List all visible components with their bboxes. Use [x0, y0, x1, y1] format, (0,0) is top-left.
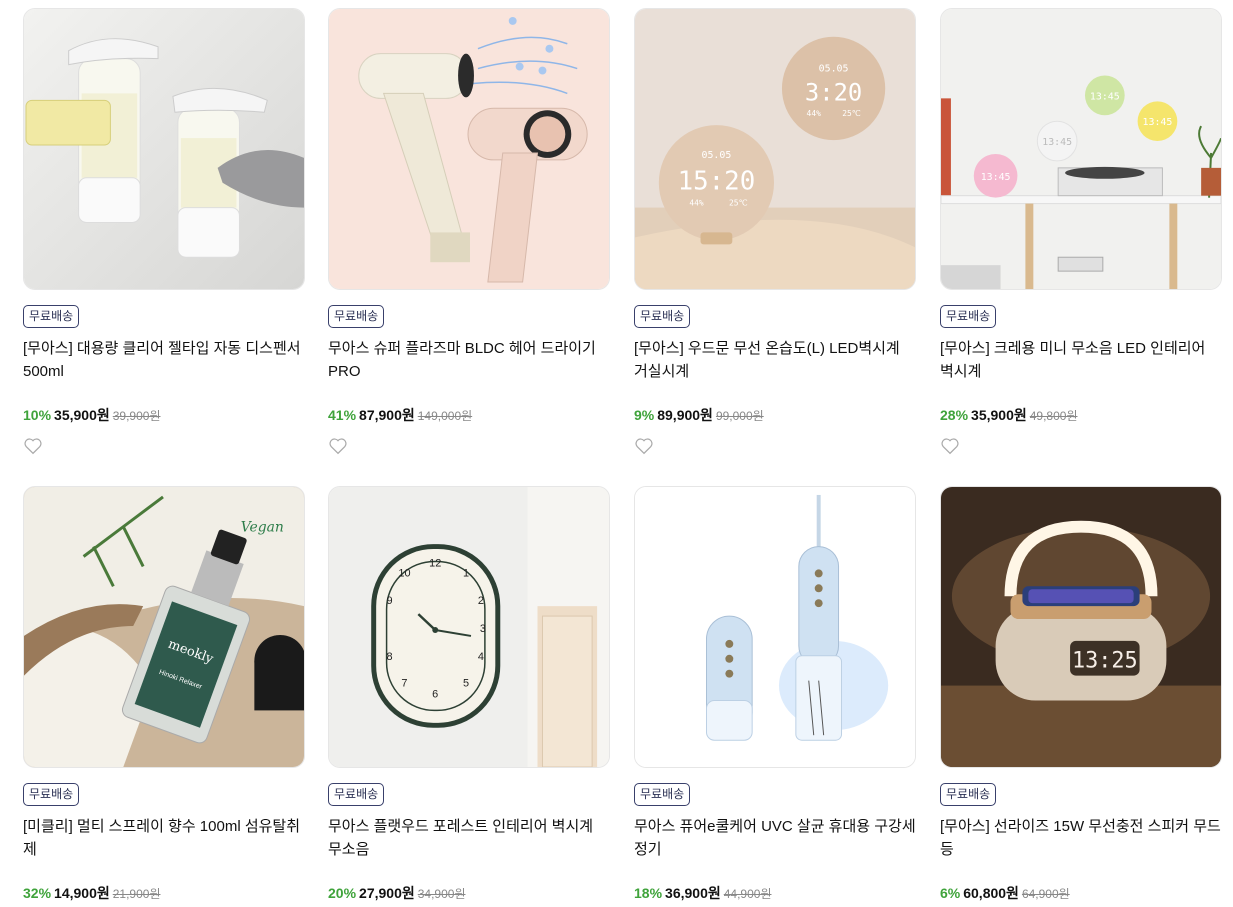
product-image-dispenser[interactable] — [23, 8, 305, 290]
free-shipping-badge: 무료배송 — [634, 305, 691, 328]
svg-text:2: 2 — [478, 595, 484, 607]
product-image-wall-clock[interactable]: 12 1 2 3 4 5 6 7 8 9 10 — [328, 486, 610, 768]
price-row: 6% 60,800원 64,900원 — [940, 883, 1070, 904]
sale-price: 14,900원 — [54, 885, 110, 901]
product-card[interactable]: 12 1 2 3 4 5 6 7 8 9 10 무료배송 무아스 플랫우드 포레… — [328, 486, 610, 901]
product-title[interactable]: 무아스 퓨어e쿨케어 UVC 살균 휴대용 구강세정기 — [634, 815, 916, 861]
svg-text:5: 5 — [463, 678, 469, 690]
product-image-oral-irrigator[interactable] — [634, 486, 916, 768]
svg-text:3:20: 3:20 — [805, 78, 862, 106]
discount-rate: 10% — [23, 407, 52, 423]
product-card[interactable]: 무료배송 무아스 슈퍼 플라즈마 BLDC 헤어 드라이기 PRO 41% 87,… — [328, 8, 610, 455]
price-row: 18% 36,900원 44,900원 — [634, 883, 771, 904]
discount-rate: 20% — [328, 885, 357, 901]
svg-text:13:25: 13:25 — [1072, 649, 1138, 674]
discount-rate: 6% — [940, 885, 961, 901]
sale-price: 36,900원 — [665, 885, 721, 901]
svg-text:7: 7 — [401, 678, 407, 690]
free-shipping-badge: 무료배송 — [23, 783, 80, 806]
price-row: 41% 87,900원 149,000원 — [328, 405, 472, 426]
original-price: 44,900원 — [723, 887, 772, 901]
product-grid: 무료배송 [무아스] 대용량 클리어 젤타입 자동 디스펜서 500ml 10%… — [0, 0, 1233, 907]
sale-price: 87,900원 — [359, 407, 415, 423]
free-shipping-badge: 무료배송 — [328, 305, 385, 328]
original-price: 64,900원 — [1021, 887, 1070, 901]
product-image-sunrise-speaker[interactable]: 13:25 — [940, 486, 1222, 768]
wishlist-heart-icon[interactable] — [328, 437, 348, 455]
svg-text:15:20: 15:20 — [678, 167, 756, 197]
wishlist-heart-icon[interactable] — [634, 437, 654, 455]
original-price: 34,900원 — [417, 887, 466, 901]
product-card[interactable]: 무료배송 [무아스] 대용량 클리어 젤타입 자동 디스펜서 500ml 10%… — [23, 8, 305, 455]
free-shipping-badge: 무료배송 — [328, 783, 385, 806]
original-price: 39,900원 — [112, 409, 161, 423]
original-price: 99,000원 — [715, 409, 764, 423]
price-row: 9% 89,900원 99,000원 — [634, 405, 764, 426]
product-title[interactable]: [미클리] 멀티 스프레이 향수 100ml 섬유탈취제 — [23, 815, 305, 861]
svg-text:10: 10 — [398, 567, 410, 579]
product-card[interactable]: 무료배송 무아스 퓨어e쿨케어 UVC 살균 휴대용 구강세정기 18% 36,9… — [634, 486, 916, 901]
discount-rate: 18% — [634, 885, 663, 901]
price-row: 28% 35,900원 49,800원 — [940, 405, 1077, 426]
product-card[interactable]: 05.05 3:20 44% 25℃ 05.05 15:20 44% 25℃ 무… — [634, 8, 916, 455]
product-title[interactable]: 무아스 플랫우드 포레스트 인테리어 벽시계 무소음 — [328, 815, 610, 861]
svg-text:8: 8 — [387, 651, 393, 663]
svg-text:6: 6 — [432, 688, 438, 700]
svg-text:12: 12 — [429, 557, 441, 569]
sale-price: 35,900원 — [54, 407, 110, 423]
product-image-hair-dryer[interactable] — [328, 8, 610, 290]
original-price: 21,900원 — [112, 887, 161, 901]
svg-text:05.05: 05.05 — [702, 150, 732, 161]
sale-price: 35,900원 — [971, 407, 1027, 423]
discount-rate: 32% — [23, 885, 52, 901]
product-title[interactable]: [무아스] 크레용 미니 무소음 LED 인테리어 벽시계 — [940, 337, 1222, 383]
svg-text:25℃: 25℃ — [729, 199, 748, 208]
product-image-crayon-clocks[interactable]: 13:45 13:45 13:45 13:45 — [940, 8, 1222, 290]
svg-text:13:45: 13:45 — [1143, 117, 1173, 128]
svg-text:44%: 44% — [689, 199, 704, 208]
free-shipping-badge: 무료배송 — [23, 305, 80, 328]
product-image-wood-moon-clock[interactable]: 05.05 3:20 44% 25℃ 05.05 15:20 44% 25℃ — [634, 8, 916, 290]
svg-text:9: 9 — [387, 595, 393, 607]
svg-text:4: 4 — [478, 651, 484, 663]
product-title[interactable]: [무아스] 우드문 무선 온습도(L) LED벽시계 거실시계 — [634, 337, 916, 383]
sale-price: 89,900원 — [657, 407, 713, 423]
product-card[interactable]: 13:45 13:45 13:45 13:45 무료배송 [무아스] 크레용 미… — [940, 8, 1222, 455]
svg-text:05.05: 05.05 — [819, 64, 849, 75]
product-image-spray-perfume[interactable]: meokly Hinoki Relaxer Vegan — [23, 486, 305, 768]
price-row: 32% 14,900원 21,900원 — [23, 883, 160, 904]
free-shipping-badge: 무료배송 — [940, 305, 997, 328]
svg-text:1: 1 — [463, 567, 469, 579]
product-title[interactable]: [무아스] 선라이즈 15W 무선충전 스피커 무드등 — [940, 815, 1222, 861]
svg-text:Vegan: Vegan — [241, 520, 284, 536]
sale-price: 27,900원 — [359, 885, 415, 901]
svg-text:13:45: 13:45 — [1042, 137, 1072, 148]
svg-text:44%: 44% — [807, 109, 822, 118]
free-shipping-badge: 무료배송 — [940, 783, 997, 806]
free-shipping-badge: 무료배송 — [634, 783, 691, 806]
wishlist-heart-icon[interactable] — [940, 437, 960, 455]
svg-text:25℃: 25℃ — [842, 109, 861, 118]
svg-text:3: 3 — [480, 623, 486, 635]
price-row: 20% 27,900원 34,900원 — [328, 883, 465, 904]
original-price: 49,800원 — [1029, 409, 1078, 423]
discount-rate: 28% — [940, 407, 969, 423]
sale-price: 60,800원 — [963, 885, 1019, 901]
original-price: 149,000원 — [417, 409, 473, 423]
price-row: 10% 35,900원 39,900원 — [23, 405, 160, 426]
discount-rate: 41% — [328, 407, 357, 423]
discount-rate: 9% — [634, 407, 655, 423]
svg-text:13:45: 13:45 — [1090, 91, 1120, 102]
svg-text:13:45: 13:45 — [981, 172, 1011, 183]
product-card[interactable]: 13:25 무료배송 [무아스] 선라이즈 15W 무선충전 스피커 무드등 6… — [940, 486, 1222, 901]
product-title[interactable]: 무아스 슈퍼 플라즈마 BLDC 헤어 드라이기 PRO — [328, 337, 610, 383]
product-card[interactable]: meokly Hinoki Relaxer Vegan 무료배송 [미클리] 멀… — [23, 486, 305, 901]
product-title[interactable]: [무아스] 대용량 클리어 젤타입 자동 디스펜서 500ml — [23, 337, 305, 383]
wishlist-heart-icon[interactable] — [23, 437, 43, 455]
